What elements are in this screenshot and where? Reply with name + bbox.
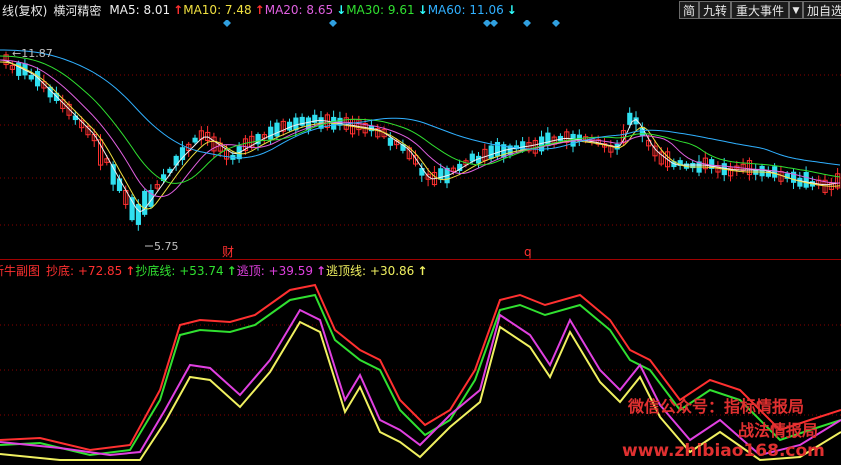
watermark-wechat: 微信公众号：指标情报局 [628, 397, 805, 416]
ma-value-3: MA30: 9.61 [346, 3, 415, 17]
main-grid [0, 74, 841, 260]
ma-value-arrow-icon-3: ↓ [417, 3, 428, 17]
candle-down [759, 165, 765, 177]
indicator-value-3: 逃顶线: +30.86 [326, 263, 415, 278]
candle-down [293, 117, 299, 131]
watermark-url: www.zhibiao168.com [622, 441, 825, 461]
add-watchlist-button[interactable]: 加自选 [803, 1, 841, 19]
candle-down [797, 177, 803, 187]
indicator-value-arrow-icon-2: ↑ [315, 263, 327, 278]
signal-diamond-icon [483, 20, 491, 27]
signal-diamonds [223, 20, 560, 27]
candle-down [488, 145, 494, 159]
indicator-value-arrow-icon-0: ↑ [125, 263, 136, 278]
ma-legend: MA5: 8.01 ↑MA10: 7.48 ↑MA20: 8.65 ↓MA30: 9.… [109, 3, 516, 17]
indicator-chart[interactable] [0, 280, 841, 465]
candle-down [142, 190, 148, 215]
candle-down [268, 126, 274, 140]
indicator-lines [0, 283, 841, 462]
candle-down [274, 122, 280, 137]
candle-down [570, 133, 576, 147]
simple-button[interactable]: 简 [679, 1, 699, 19]
candle-down [287, 121, 293, 131]
indicator-name: 新牛副图 [0, 263, 41, 278]
indicator-value-0: 抄底: +72.85 [46, 263, 123, 278]
major-events-button[interactable]: 重大事件 [731, 1, 789, 19]
high-price-label: ←11.87 [12, 47, 53, 60]
candle-down [28, 74, 34, 80]
signal-diamond-icon [523, 20, 531, 27]
watermark-strategy: 战法情报局 [738, 421, 819, 440]
indicator-value-2: 逃顶: +39.59 [236, 263, 313, 278]
events-dropdown-button[interactable]: ▼ [789, 1, 803, 19]
ma-value-arrow-icon-1: ↑ [254, 3, 265, 17]
period-label: 日线(复权) [0, 3, 48, 18]
main-chart-info-bar: 日线(复权) 横河精密 MA5: 8.01↑MA10: 7.48↑MA20: 8… [0, 0, 680, 20]
ma-value-arrow-icon-4: ↓ [506, 3, 517, 17]
ma-value-arrow-icon-0: ↑ [173, 3, 184, 17]
candlestick-chart[interactable]: ←11.87 5.75 财 q [0, 20, 841, 260]
indicator-value-arrow-icon-1: ↑ [226, 263, 237, 278]
ma20-line [0, 59, 841, 198]
candle-down [116, 178, 123, 192]
nine-turn-button[interactable]: 九转 [699, 1, 731, 19]
ma-value-0: MA5: 8.01 [109, 3, 171, 17]
signal-diamond-icon [223, 20, 231, 27]
stock-name: 横河精密 [53, 3, 102, 18]
ma-value-1: MA10: 7.48 [183, 3, 252, 17]
ma-value-4: MA60: 11.06 [427, 3, 504, 17]
signal-diamond-icon [490, 20, 498, 27]
indicator-value-arrow-icon-3: ↑ [417, 263, 428, 278]
candles [3, 51, 841, 231]
q-marker[interactable]: q [524, 245, 532, 259]
candle-down [639, 128, 645, 136]
candle-down [772, 166, 778, 178]
candle-down [192, 137, 198, 143]
indicator-line-green [0, 293, 841, 457]
signal-diamond-icon [329, 20, 337, 27]
candle-down [135, 203, 142, 225]
indicator-line-red [0, 283, 841, 452]
finance-marker[interactable]: 财 [222, 245, 234, 259]
candle-down [803, 172, 809, 188]
signal-diamond-icon [552, 20, 560, 27]
candle-down [469, 153, 475, 162]
candle-down [387, 137, 393, 146]
sub-chart-info-bar: 新牛副图 抄底: +72.85↑抄底线: +53.74↑逃顶: +39.59↑逃… [0, 260, 841, 280]
indicator-legend: 抄底: +72.85 ↑抄底线: +53.74 ↑逃顶: +39.59 ↑逃顶线: +… [46, 262, 427, 279]
low-price-label: 5.75 [154, 240, 179, 253]
indicator-value-1: 抄底线: +53.74 [135, 263, 224, 278]
ma-value-2: MA20: 8.65 [264, 3, 334, 17]
ma-value-arrow-icon-2: ↓ [336, 3, 347, 17]
